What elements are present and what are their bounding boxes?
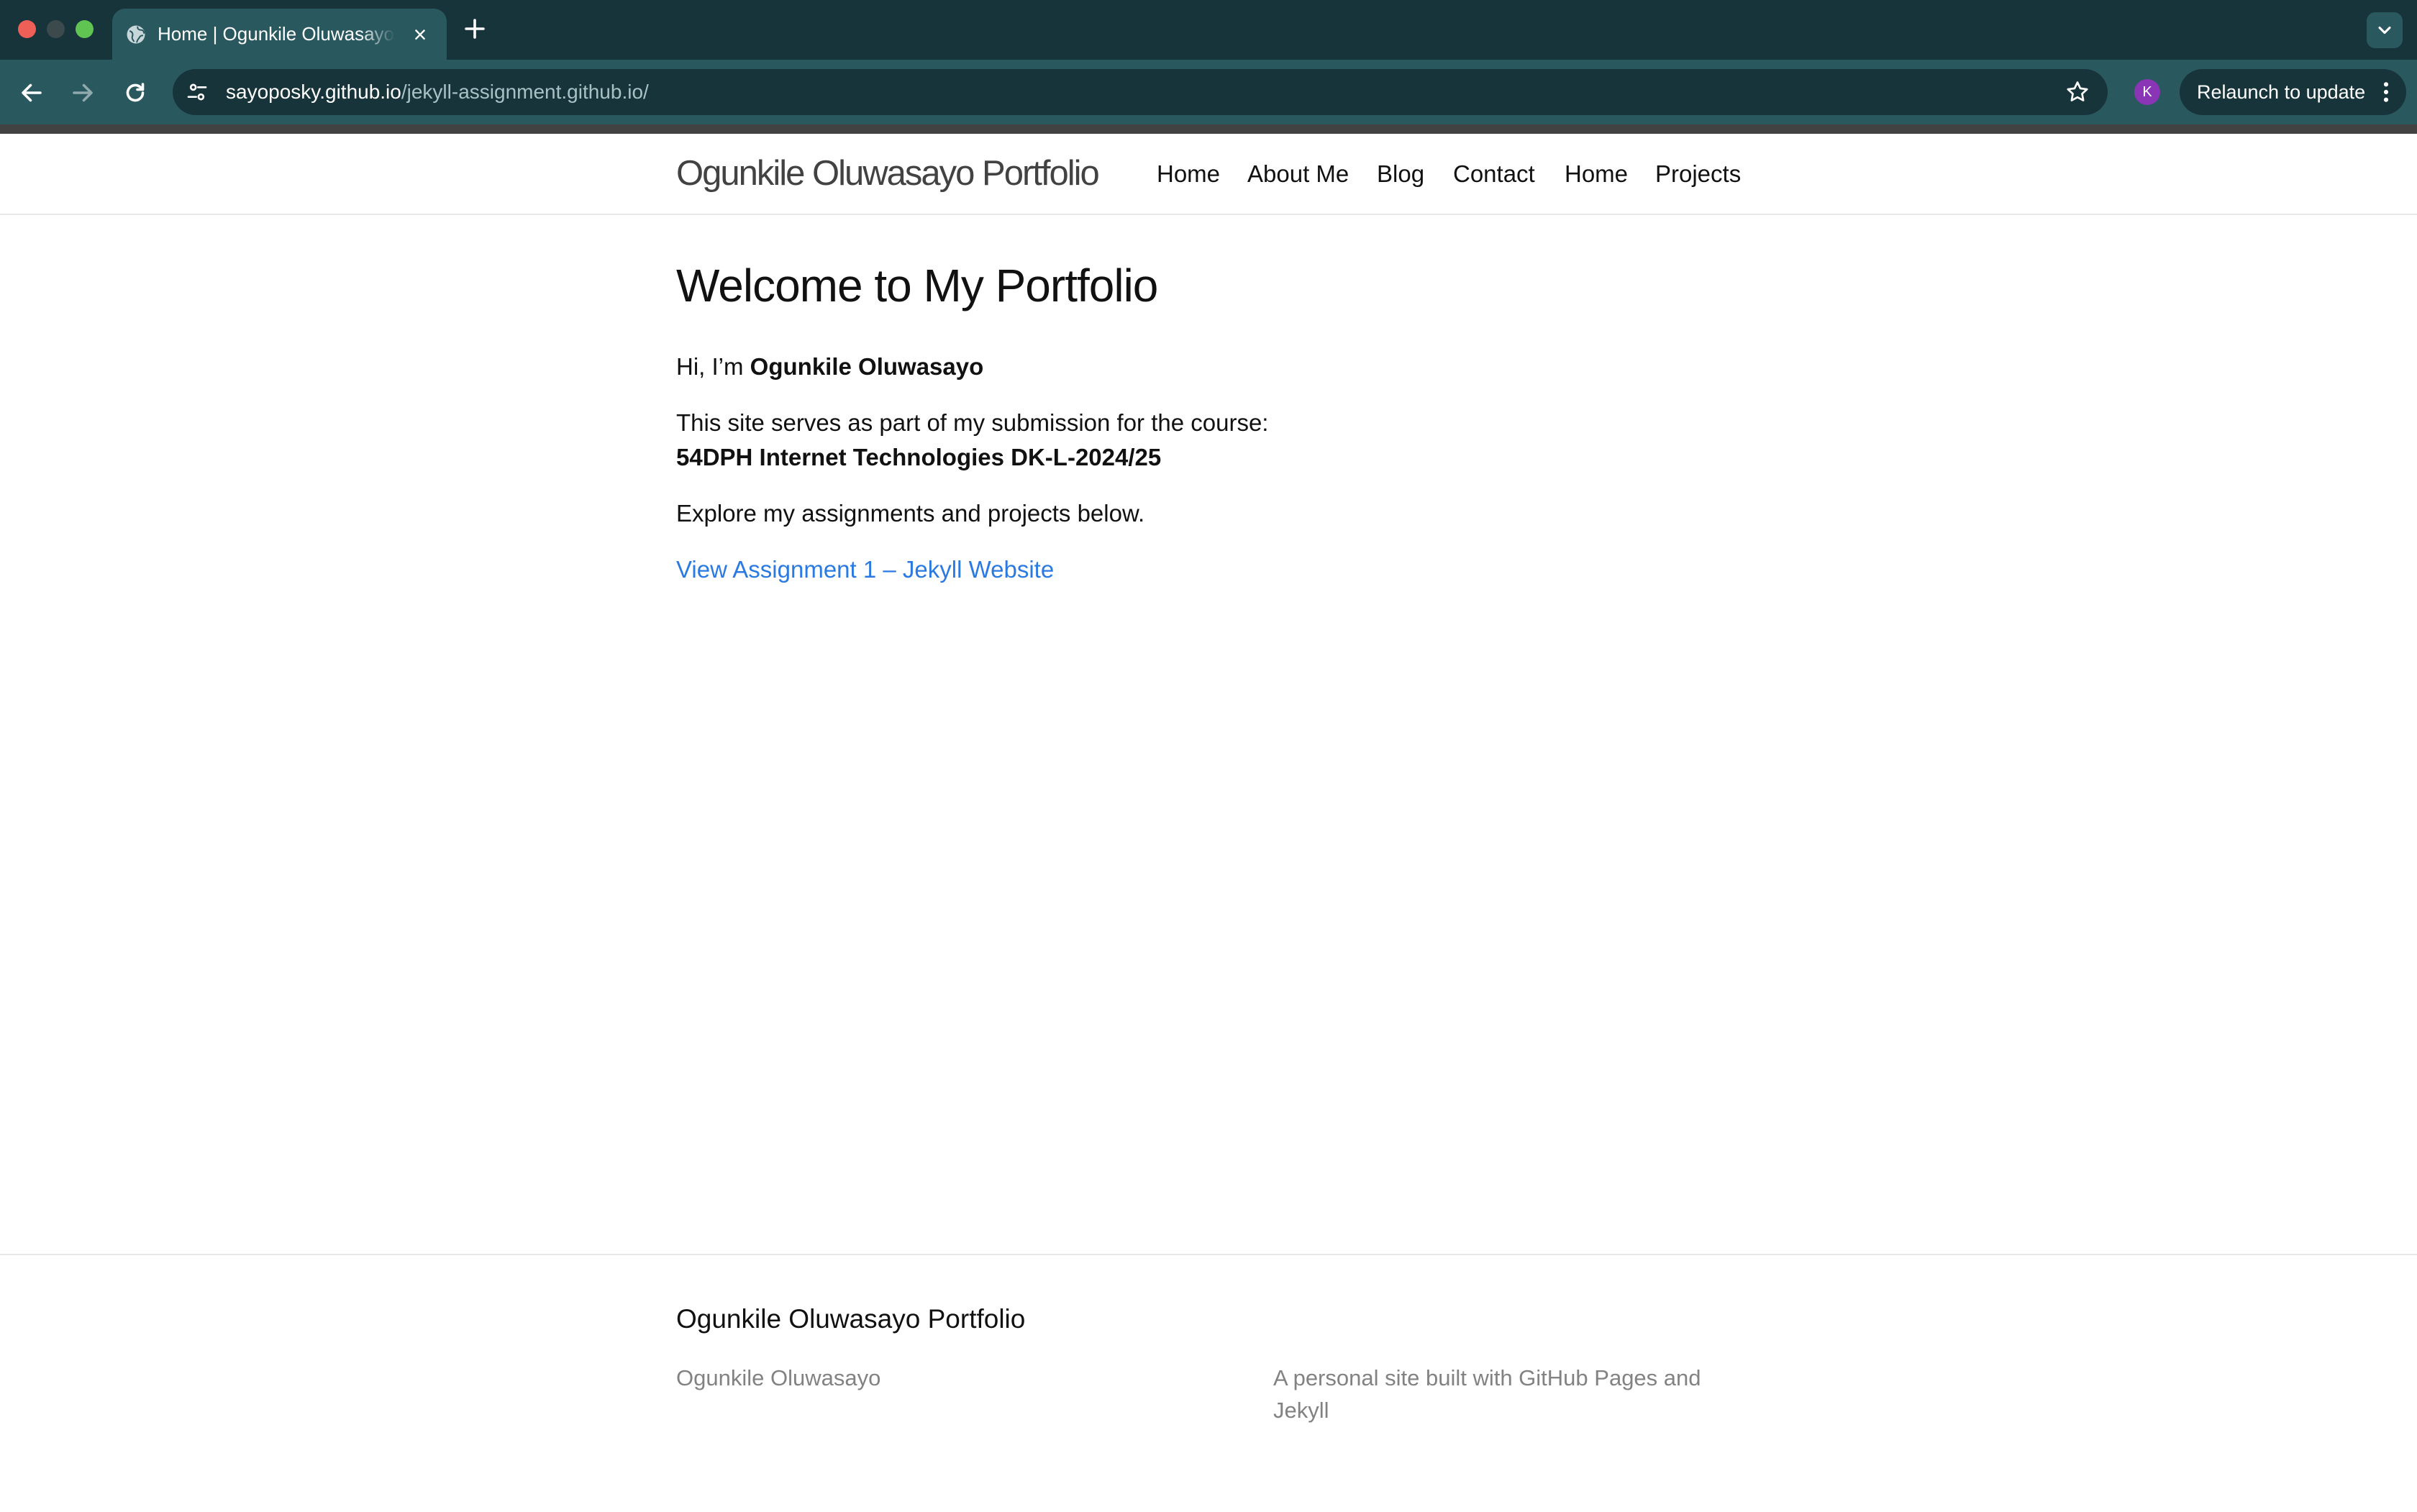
tune-icon[interactable] bbox=[186, 81, 209, 104]
nav-link-home-2[interactable]: Home bbox=[1565, 134, 1628, 214]
greeting-prefix: Hi, I’m bbox=[676, 353, 750, 380]
browser-tab-active[interactable]: Home | Ogunkile Oluwasayo Portfolio × bbox=[112, 9, 447, 60]
address-bar[interactable]: sayoposky.github.io/jekyll-assignment.gi… bbox=[173, 69, 2108, 115]
nav-link-blog[interactable]: Blog bbox=[1377, 134, 1424, 214]
arrow-left-icon[interactable] bbox=[19, 80, 45, 106]
plus-icon[interactable] bbox=[462, 16, 488, 42]
relaunch-button[interactable]: Relaunch to update bbox=[2180, 69, 2406, 115]
browser-tab-bar: Home | Ogunkile Oluwasayo Portfolio × bbox=[0, 0, 2417, 60]
site-footer: Ogunkile Oluwasayo Portfolio Ogunkile Ol… bbox=[0, 1254, 2417, 1512]
nav-link-contact[interactable]: Contact bbox=[1453, 134, 1535, 214]
globe-icon bbox=[127, 25, 145, 44]
nav-link-about-me[interactable]: About Me bbox=[1247, 134, 1349, 214]
close-tab-icon[interactable]: × bbox=[409, 23, 431, 46]
greeting: Hi, I’m Ogunkile Oluwasayo bbox=[676, 350, 983, 384]
course-intro: This site serves as part of my submissio… bbox=[676, 409, 1269, 436]
maximize-window-button[interactable] bbox=[76, 20, 94, 38]
site-title[interactable]: Ogunkile Oluwasayo Portfolio bbox=[676, 134, 1100, 214]
profile-avatar[interactable]: K bbox=[2134, 79, 2160, 105]
assignment-link[interactable]: View Assignment 1 – Jekyll Website bbox=[676, 556, 1054, 583]
reload-icon[interactable] bbox=[122, 80, 148, 106]
footer-author: Ogunkile Oluwasayo bbox=[676, 1365, 881, 1390]
url-text[interactable]: sayoposky.github.io/jekyll-assignment.gi… bbox=[226, 69, 649, 115]
star-icon[interactable] bbox=[2065, 79, 2090, 105]
course-name: 54DPH Internet Technologies DK-L-2024/25 bbox=[676, 444, 1162, 470]
kebab-menu-icon[interactable] bbox=[2381, 81, 2391, 104]
explore-text: Explore my assignments and projects belo… bbox=[676, 500, 1145, 527]
nav-link-home[interactable]: Home bbox=[1157, 134, 1220, 214]
footer-description: A personal site built with GitHub Pages … bbox=[1273, 1365, 1701, 1423]
tab-title: Home | Ogunkile Oluwasayo Portfolio bbox=[158, 23, 395, 45]
tab-search-button[interactable] bbox=[2367, 12, 2403, 48]
url-host: sayoposky.github.io bbox=[226, 81, 401, 103]
chevron-down-icon bbox=[2378, 26, 2391, 35]
relaunch-label: Relaunch to update bbox=[2197, 81, 2366, 103]
close-window-button[interactable] bbox=[18, 20, 36, 38]
nav-link-projects[interactable]: Projects bbox=[1655, 134, 1741, 214]
footer-heading: Ogunkile Oluwasayo Portfolio bbox=[676, 1304, 1026, 1334]
arrow-right-icon[interactable] bbox=[70, 80, 96, 106]
assignment-paragraph: View Assignment 1 – Jekyll Website bbox=[676, 552, 1054, 587]
site-header: Ogunkile Oluwasayo Portfolio Home About … bbox=[0, 134, 2417, 215]
course-paragraph: This site serves as part of my submissio… bbox=[676, 406, 1268, 475]
url-path: /jekyll-assignment.github.io/ bbox=[401, 81, 649, 103]
toolbar-divider bbox=[0, 124, 2417, 134]
minimize-window-button[interactable] bbox=[47, 20, 65, 38]
browser-toolbar: sayoposky.github.io/jekyll-assignment.gi… bbox=[0, 60, 2417, 124]
page-title: Welcome to My Portfolio bbox=[676, 260, 1158, 311]
greeting-name: Ogunkile Oluwasayo bbox=[750, 353, 984, 380]
